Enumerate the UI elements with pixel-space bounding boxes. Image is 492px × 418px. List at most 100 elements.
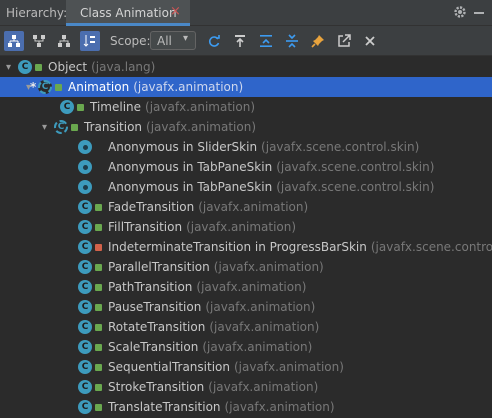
chevron-down-icon[interactable]: ▾ [6, 62, 18, 73]
scope-dropdown[interactable]: All ▾ [150, 31, 196, 50]
tree-row-anonymous-tabpaneskin-1[interactable]: Anonymous in TabPaneSkin (javafx.scene.c… [0, 157, 492, 177]
class-icon: C [78, 300, 92, 314]
package-name: (javafx.scene.control.skin) [276, 180, 435, 194]
public-icon [95, 403, 102, 411]
class-icon: C [78, 260, 92, 274]
package-name: (javafx.scene.control.skin) [276, 160, 435, 174]
tree-row-translatetransition[interactable]: C TranslateTransition (javafx.animation) [0, 397, 492, 417]
public-icon [95, 363, 102, 371]
public-icon [95, 323, 102, 331]
tree-row-rotatetransition[interactable]: C RotateTransition (javafx.animation) [0, 317, 492, 337]
package-name: (javafx.animation) [146, 120, 256, 134]
class-icon: C [78, 360, 92, 374]
refresh-icon [208, 35, 220, 47]
tree-row-filltransition[interactable]: C FillTransition (javafx.animation) [0, 217, 492, 237]
class-icon: C [78, 320, 92, 334]
class-icon: C [78, 340, 92, 354]
tree-row-anonymous-tabpaneskin-2[interactable]: Anonymous in TabPaneSkin (javafx.scene.c… [0, 177, 492, 197]
refresh-button[interactable] [204, 31, 224, 51]
subtypes-icon [58, 35, 70, 47]
class-name: Object [48, 60, 88, 74]
public-icon [95, 263, 102, 271]
class-name: ScaleTransition [108, 340, 199, 354]
external-link-icon [338, 34, 351, 47]
tree-row-object[interactable]: ▾ C Object (java.lang) [0, 57, 492, 77]
supertypes-icon [33, 35, 45, 47]
anonymous-class-icon [78, 140, 92, 154]
tree-row-transition[interactable]: ▾ C Transition (javafx.animation) [0, 117, 492, 137]
class-icon: C [78, 240, 92, 254]
package-name: (javafx.animation) [208, 380, 319, 394]
hierarchy-label: Hierarchy: [6, 6, 68, 20]
anonymous-class-icon [78, 160, 92, 174]
collapse-all-icon [286, 34, 298, 48]
scope-label: Scope: [110, 34, 151, 48]
subtypes-button[interactable] [54, 31, 74, 51]
tree-row-anonymous-sliderskin[interactable]: Anonymous in SliderSkin (javafx.scene.co… [0, 137, 492, 157]
class-name: RotateTransition [108, 320, 206, 334]
tree-row-pausetransition[interactable]: C PauseTransition (javafx.animation) [0, 297, 492, 317]
tree-row-sequentialtransition[interactable]: C SequentialTransition (javafx.animation… [0, 357, 492, 377]
class-name: PauseTransition [108, 300, 202, 314]
public-icon [95, 203, 102, 211]
tree-row-fadetransition[interactable]: C FadeTransition (javafx.animation) [0, 197, 492, 217]
public-icon [95, 283, 102, 291]
pin-tab-button[interactable] [308, 31, 328, 51]
class-icon: C [78, 380, 92, 394]
package-name: (javafx.animation) [213, 260, 324, 274]
sort-alpha-icon [83, 35, 95, 47]
class-name: TranslateTransition [108, 400, 221, 414]
open-in-editor-button[interactable] [334, 31, 354, 51]
public-icon [95, 223, 102, 231]
supertypes-button[interactable] [29, 31, 49, 51]
hierarchy-tree: ▾ C Object (java.lang) ▾ * C Animation (… [0, 56, 492, 418]
type-hierarchy-icon [8, 35, 20, 47]
hierarchy-header: Hierarchy: Class Animation × [0, 0, 492, 26]
expand-all-icon [260, 35, 272, 47]
pin-icon [311, 35, 324, 48]
tree-row-stroketransition[interactable]: C StrokeTransition (javafx.animation) [0, 377, 492, 397]
package-name: (javafx.animation) [186, 220, 297, 234]
public-icon [55, 83, 62, 91]
sort-alphabetically-button[interactable] [80, 31, 100, 51]
anonymous-class-icon [78, 180, 92, 194]
class-icon: C [78, 280, 92, 294]
gear-icon[interactable] [452, 4, 468, 20]
tree-row-animation[interactable]: ▾ * C Animation (javafx.animation) [0, 77, 492, 97]
minimize-icon[interactable] [474, 12, 484, 14]
class-name: Transition [84, 120, 143, 134]
hierarchy-toolbar: Scope: All ▾ [0, 26, 492, 56]
public-icon [71, 123, 78, 131]
class-name: FillTransition [108, 220, 183, 234]
class-name: Anonymous in TabPaneSkin [108, 180, 273, 194]
tree-row-paralleltransition[interactable]: C ParallelTransition (javafx.animation) [0, 257, 492, 277]
class-name: IndeterminateTransition in ProgressBarSk… [108, 240, 367, 254]
class-icon: C [78, 400, 92, 414]
abstract-class-icon: C [54, 120, 68, 134]
expand-all-button[interactable] [256, 31, 276, 51]
class-icon: C [78, 200, 92, 214]
export-up-icon [235, 35, 245, 47]
base-on-this-class-button[interactable] [230, 31, 250, 51]
tab-title: Class Animation [80, 6, 177, 20]
package-name: (javafx.animation) [202, 340, 313, 354]
class-name: PathTransition [108, 280, 193, 294]
tab-class-animation[interactable]: Class Animation × [66, 0, 190, 26]
private-lock-icon [95, 243, 102, 251]
package-name: (javafx.animation) [205, 300, 316, 314]
type-hierarchy-button[interactable] [4, 31, 24, 51]
tree-row-pathtransition[interactable]: C PathTransition (javafx.animation) [0, 277, 492, 297]
package-name: (javafx.animation) [145, 100, 255, 114]
package-name: (java.lang) [91, 60, 156, 74]
close-button[interactable] [360, 31, 380, 51]
class-name: Anonymous in SliderSkin [108, 140, 258, 154]
tree-row-timeline[interactable]: C Timeline (javafx.animation) [0, 97, 492, 117]
class-name: Anonymous in TabPaneSkin [108, 160, 273, 174]
tree-row-scaletransition[interactable]: C ScaleTransition (javafx.animation) [0, 337, 492, 357]
collapse-all-button[interactable] [282, 31, 302, 51]
class-icon: C [78, 220, 92, 234]
tree-row-indeterminatetransition[interactable]: C IndeterminateTransition in ProgressBar… [0, 237, 492, 257]
chevron-down-icon[interactable]: ▾ [42, 122, 54, 133]
tab-close-icon[interactable]: × [170, 4, 181, 19]
package-name: (javafx.animation) [133, 80, 244, 94]
